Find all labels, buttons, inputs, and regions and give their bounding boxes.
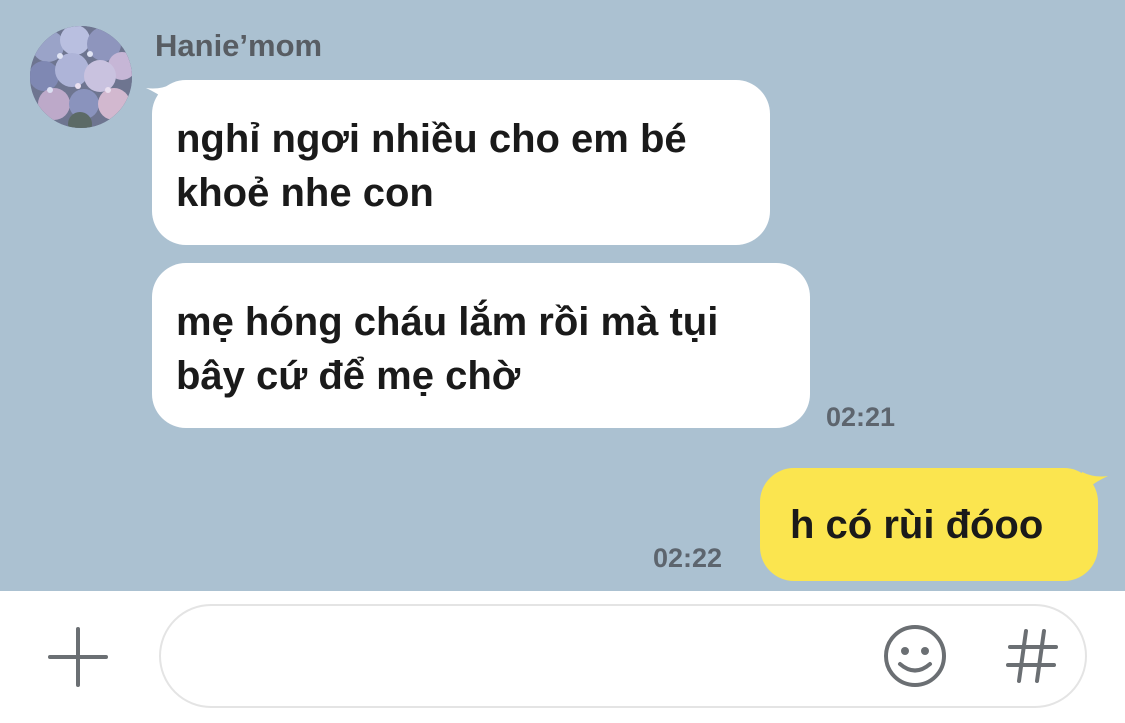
- sender-name: Hanie’mom: [155, 28, 323, 63]
- outgoing-message-bubble[interactable]: h có rùi đóoo: [760, 468, 1098, 581]
- chat-message-area[interactable]: Hanie’mom nghỉ ngơi nhiều cho em bé khoẻ…: [0, 0, 1125, 591]
- message-timestamp: 02:22: [653, 543, 723, 573]
- message-input-bar: [0, 591, 1125, 723]
- hashtag-button[interactable]: [1002, 621, 1062, 691]
- message-timestamp: 02:21: [826, 402, 896, 432]
- incoming-message-bubble[interactable]: nghỉ ngơi nhiều cho em bé khoẻ nhe con: [152, 80, 770, 245]
- hash-icon: [1006, 629, 1058, 683]
- attach-plus-button[interactable]: [45, 627, 111, 687]
- plus-icon: [48, 627, 108, 687]
- smiley-face-icon: [884, 625, 946, 687]
- message-line: bây cứ để mẹ chờ: [176, 354, 521, 398]
- hydrangea-avatar-icon: [30, 26, 132, 128]
- sender-avatar[interactable]: [30, 26, 132, 128]
- emoji-button[interactable]: [880, 621, 950, 691]
- message-line: h có rùi đóoo: [790, 503, 1044, 547]
- incoming-message-bubble[interactable]: mẹ hóng cháu lắm rồi mà tụi bây cứ để mẹ…: [152, 263, 810, 428]
- message-line: nghỉ ngơi nhiều cho em bé: [176, 117, 687, 161]
- message-line: khoẻ nhe con: [176, 171, 434, 215]
- message-line: mẹ hóng cháu lắm rồi mà tụi: [176, 300, 719, 344]
